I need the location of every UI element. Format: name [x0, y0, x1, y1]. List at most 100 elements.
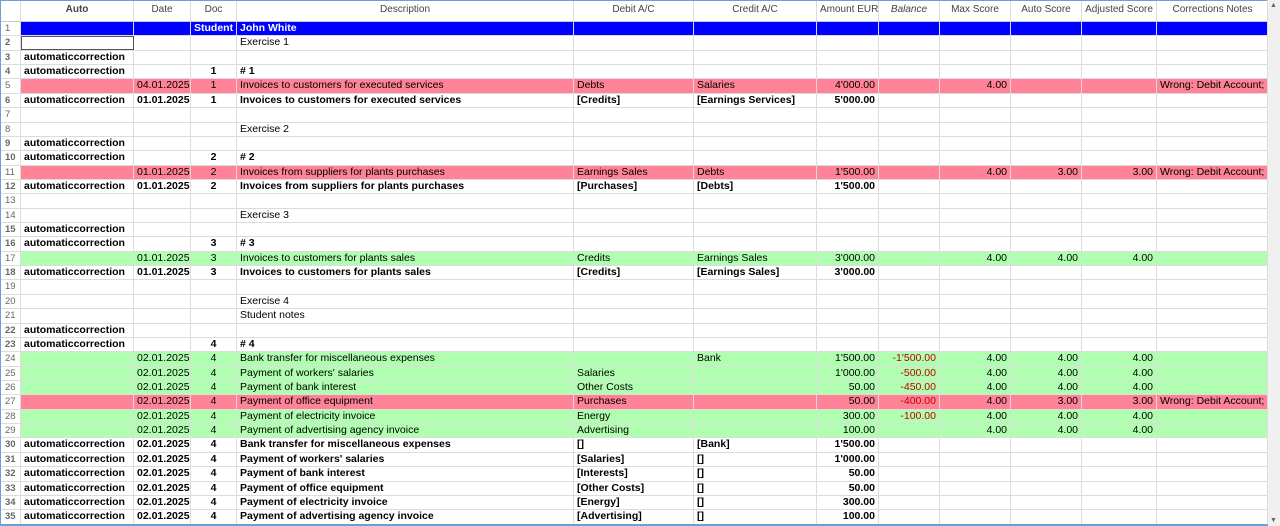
- cell-auto[interactable]: automaticcorrection: [21, 481, 134, 495]
- cell-credit-account[interactable]: []: [694, 510, 817, 524]
- cell-credit-account[interactable]: [694, 22, 817, 36]
- cell-amount[interactable]: [817, 294, 879, 309]
- cell-credit-account[interactable]: []: [694, 452, 817, 467]
- cell-corrections-notes[interactable]: [1157, 280, 1269, 294]
- cell-date[interactable]: [134, 223, 191, 237]
- cell-auto-score[interactable]: 4.00: [1011, 409, 1082, 424]
- cell-adjusted-score[interactable]: [1082, 467, 1157, 481]
- cell-doc[interactable]: 1: [191, 65, 237, 79]
- cell-balance[interactable]: [879, 424, 940, 438]
- cell-date[interactable]: [134, 36, 191, 50]
- cell-corrections-notes[interactable]: Wrong: Debit Account;: [1157, 165, 1269, 179]
- cell-balance[interactable]: [879, 237, 940, 251]
- cell-balance[interactable]: [879, 65, 940, 79]
- cell-adjusted-score[interactable]: [1082, 495, 1157, 510]
- cell-credit-account[interactable]: [Earnings Services]: [694, 93, 817, 108]
- cell-description[interactable]: Payment of advertising agency invoice: [237, 424, 574, 438]
- cell-credit-account[interactable]: [694, 424, 817, 438]
- cell-auto[interactable]: automaticcorrection: [21, 495, 134, 510]
- cell-balance[interactable]: [879, 294, 940, 309]
- cell-adjusted-score[interactable]: 3.00: [1082, 165, 1157, 179]
- cell-description[interactable]: Exercise 1: [237, 36, 574, 50]
- cell-credit-account[interactable]: [694, 337, 817, 352]
- cell-amount[interactable]: 300.00: [817, 495, 879, 510]
- cell-auto[interactable]: [21, 294, 134, 309]
- cell-auto[interactable]: [21, 395, 134, 409]
- cell-amount[interactable]: 3'000.00: [817, 266, 879, 280]
- cell-doc[interactable]: [191, 50, 237, 65]
- cell-credit-account[interactable]: [694, 108, 817, 122]
- cell-date[interactable]: [134, 194, 191, 208]
- cell-balance[interactable]: [879, 179, 940, 194]
- row-number[interactable]: 2: [1, 36, 21, 50]
- cell-max-score[interactable]: [940, 323, 1011, 337]
- cell-auto-score[interactable]: [1011, 79, 1082, 93]
- cell-auto[interactable]: automaticcorrection: [21, 65, 134, 79]
- cell-amount[interactable]: 50.00: [817, 395, 879, 409]
- cell-adjusted-score[interactable]: [1082, 280, 1157, 294]
- cell-doc[interactable]: Student: [191, 22, 237, 36]
- cell-balance[interactable]: [879, 337, 940, 352]
- cell-doc[interactable]: 4: [191, 510, 237, 524]
- cell-debit-account[interactable]: [Credits]: [574, 93, 694, 108]
- cell-credit-account[interactable]: Salaries: [694, 79, 817, 93]
- cell-credit-account[interactable]: [694, 136, 817, 151]
- cell-corrections-notes[interactable]: [1157, 251, 1269, 266]
- column-header-amount[interactable]: Amount EUR: [817, 1, 879, 21]
- cell-max-score[interactable]: [940, 122, 1011, 136]
- cell-debit-account[interactable]: Energy: [574, 409, 694, 424]
- cell-amount[interactable]: [817, 65, 879, 79]
- row-number[interactable]: 22: [1, 323, 21, 337]
- row-number[interactable]: 33: [1, 481, 21, 495]
- cell-corrections-notes[interactable]: [1157, 380, 1269, 395]
- cell-auto[interactable]: [21, 309, 134, 323]
- cell-date[interactable]: 02.01.2025: [134, 467, 191, 481]
- column-header-balance[interactable]: Balance: [879, 1, 940, 21]
- cell-description[interactable]: Payment of bank interest: [237, 467, 574, 481]
- cell-corrections-notes[interactable]: [1157, 309, 1269, 323]
- cell-adjusted-score[interactable]: 3.00: [1082, 395, 1157, 409]
- cell-date[interactable]: 01.01.2025: [134, 93, 191, 108]
- cell-amount[interactable]: [817, 337, 879, 352]
- cell-max-score[interactable]: 4.00: [940, 395, 1011, 409]
- cell-max-score[interactable]: [940, 208, 1011, 223]
- cell-debit-account[interactable]: [574, 65, 694, 79]
- cell-balance[interactable]: [879, 481, 940, 495]
- cell-date[interactable]: 04.01.2025: [134, 79, 191, 93]
- cell-credit-account[interactable]: [694, 309, 817, 323]
- row-number[interactable]: 20: [1, 294, 21, 309]
- cell-auto[interactable]: automaticcorrection: [21, 452, 134, 467]
- cell-balance[interactable]: -100.00: [879, 409, 940, 424]
- cell-debit-account[interactable]: [574, 194, 694, 208]
- cell-adjusted-score[interactable]: [1082, 79, 1157, 93]
- cell-auto-score[interactable]: [1011, 36, 1082, 50]
- cell-max-score[interactable]: [940, 481, 1011, 495]
- cell-description[interactable]: Payment of workers' salaries: [237, 366, 574, 380]
- cell-debit-account[interactable]: Earnings Sales: [574, 165, 694, 179]
- cell-auto[interactable]: [21, 409, 134, 424]
- cell-description[interactable]: Invoices to customers for plants sales: [237, 266, 574, 280]
- cell-balance[interactable]: [879, 122, 940, 136]
- cell-amount[interactable]: 4'000.00: [817, 79, 879, 93]
- cell-auto[interactable]: [21, 36, 134, 50]
- cell-auto[interactable]: automaticcorrection: [21, 151, 134, 165]
- cell-description[interactable]: # 2: [237, 151, 574, 165]
- cell-doc[interactable]: 4: [191, 424, 237, 438]
- cell-credit-account[interactable]: [Bank]: [694, 438, 817, 452]
- cell-adjusted-score[interactable]: [1082, 452, 1157, 467]
- cell-corrections-notes[interactable]: [1157, 323, 1269, 337]
- cell-auto-score[interactable]: [1011, 510, 1082, 524]
- cell-description[interactable]: # 4: [237, 337, 574, 352]
- cell-debit-account[interactable]: [574, 294, 694, 309]
- cell-description[interactable]: Exercise 2: [237, 122, 574, 136]
- cell-auto-score[interactable]: [1011, 50, 1082, 65]
- cell-adjusted-score[interactable]: [1082, 510, 1157, 524]
- cell-description[interactable]: [237, 280, 574, 294]
- cell-debit-account[interactable]: Advertising: [574, 424, 694, 438]
- column-header-auto[interactable]: Auto: [21, 1, 134, 21]
- cell-debit-account[interactable]: [574, 352, 694, 366]
- cell-balance[interactable]: [879, 251, 940, 266]
- cell-date[interactable]: [134, 237, 191, 251]
- cell-balance[interactable]: -400.00: [879, 395, 940, 409]
- cell-credit-account[interactable]: [694, 151, 817, 165]
